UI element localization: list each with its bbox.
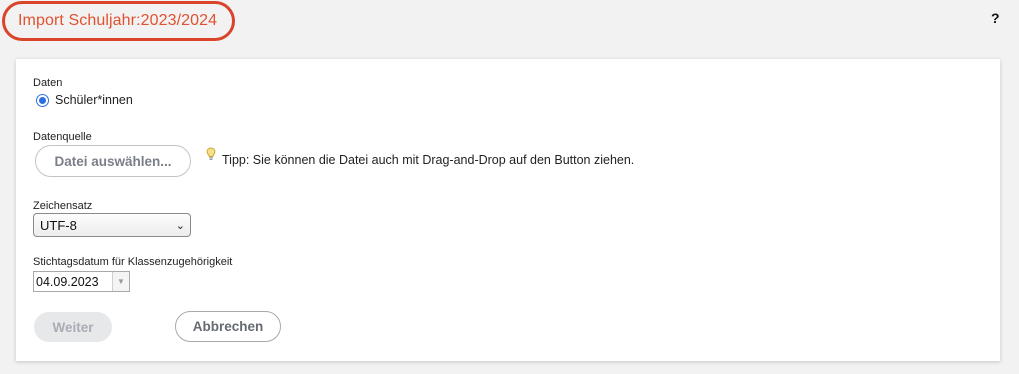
chevron-down-icon: ⌄ — [175, 220, 185, 232]
import-form-panel: Daten Schüler*innen Datenquelle Datei au… — [16, 59, 1000, 361]
radio-option-label: Schüler*innen — [55, 93, 133, 107]
next-button[interactable]: Weiter — [34, 312, 112, 342]
page-title-frame: Import Schuljahr:2023/2024 — [2, 1, 235, 41]
reference-date-label: Stichtagsdatum für Klassenzugehörigkeit — [33, 256, 233, 268]
cancel-button[interactable]: Abbrechen — [175, 311, 281, 342]
charset-label: Zeichensatz — [33, 200, 93, 212]
date-dropdown-icon[interactable]: ▼ — [112, 272, 129, 291]
charset-select[interactable]: UTF-8 ⌄ — [33, 213, 191, 237]
help-icon[interactable]: ? — [991, 10, 1000, 26]
page-title: Import Schuljahr:2023/2024 — [18, 12, 218, 29]
radio-option-students[interactable]: Schüler*innen — [36, 93, 133, 107]
choose-file-button[interactable]: Datei auswählen... — [35, 145, 191, 177]
lightbulb-icon — [206, 147, 216, 160]
datasource-label: Datenquelle — [33, 131, 92, 143]
reference-date-field[interactable]: 04.09.2023 ▼ — [33, 271, 130, 292]
reference-date-value[interactable]: 04.09.2023 — [34, 275, 112, 289]
drag-drop-tip: Tipp: Sie können die Datei auch mit Drag… — [222, 153, 635, 167]
radio-selected-icon[interactable] — [36, 93, 49, 107]
charset-selected-value: UTF-8 — [40, 217, 77, 233]
data-label: Daten — [33, 77, 63, 89]
